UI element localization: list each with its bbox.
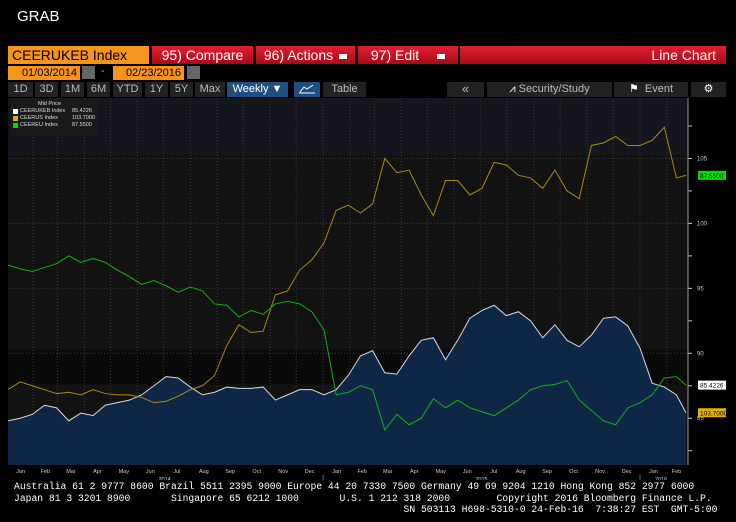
value-tag-label: 85.4226 (700, 383, 724, 390)
month-label: Feb (357, 469, 366, 475)
value-tag-label: 103.7000 (700, 410, 727, 417)
footer-line-1: Australia 61 2 9777 8600 Brazil 5511 239… (14, 481, 695, 492)
month-label: Dec (622, 469, 632, 475)
month-label: Aug (199, 469, 209, 475)
year-label: 2014 (158, 477, 170, 480)
month-label: May (119, 469, 130, 475)
line-chart[interactable]: Jan Feb Mar Apr May Jun Jul Aug Sep Oct Nov Dec Jan F… (0, 0, 736, 480)
footer-line-2: Japan 81 3 3201 8900 Singapore 65 6212 1… (14, 492, 712, 504)
month-label: Mar (383, 469, 393, 475)
month-label: Jul (490, 469, 497, 475)
legend-item: CEERUS Index 103.7000 (10, 115, 98, 122)
legend-swatch (13, 109, 18, 114)
month-label: Jun (463, 469, 472, 475)
value-tag-label: 87.5500 (700, 173, 724, 180)
legend-value: 103.7000 (72, 115, 95, 121)
legend-name: CEEREU Index (20, 122, 58, 128)
month-label: Sep (542, 469, 552, 475)
month-label: Nov (595, 469, 605, 475)
month-label: Nov (278, 469, 288, 475)
legend-value: 85.4226 (72, 108, 92, 114)
month-label: Apr (93, 469, 102, 475)
legend-value: 87.5500 (72, 122, 92, 128)
legend-name: CEERUS Index (20, 115, 58, 121)
year-label: 2015 (475, 477, 487, 480)
month-label: Apr (410, 469, 419, 475)
month-label: Oct (569, 469, 578, 475)
month-label: Sep (225, 469, 235, 475)
footer: Australia 61 2 9777 8600 Brazil 5511 239… (14, 481, 726, 516)
legend-item: CEERUKEB Index 85.4226 (10, 108, 98, 115)
month-label: Oct (252, 469, 261, 475)
month-label: Aug (516, 469, 526, 475)
legend-swatch (13, 123, 18, 128)
legend-title: Mid Price (38, 101, 61, 107)
month-label: Jan (649, 469, 658, 475)
month-label: Mar (66, 469, 76, 475)
footer-line-3: SN 503113 H698-5310-0 24-Feb-16 7:38:27 … (14, 504, 718, 515)
month-label: Jan (16, 469, 25, 475)
legend-name: CEERUKEB Index (20, 108, 66, 114)
month-label: Jun (146, 469, 155, 475)
month-label: Feb (672, 469, 681, 475)
legend-swatch (13, 116, 18, 121)
month-label: May (436, 469, 447, 475)
y-tick-label: 100 (697, 221, 708, 227)
y-tick-label: 105 (697, 156, 708, 162)
year-label: 2016 (655, 477, 667, 480)
month-label: Feb (41, 469, 50, 475)
month-label: Jan (332, 469, 341, 475)
legend-item: CEEREU Index 87.5500 (10, 122, 98, 129)
month-label: Dec (305, 469, 315, 475)
y-tick-label: 90 (697, 351, 704, 357)
month-label: Jul (173, 469, 180, 475)
legend: Mid Price CEERUKEB Index 85.4226 CEERUS In… (10, 99, 98, 135)
y-tick-label: 95 (697, 286, 704, 292)
